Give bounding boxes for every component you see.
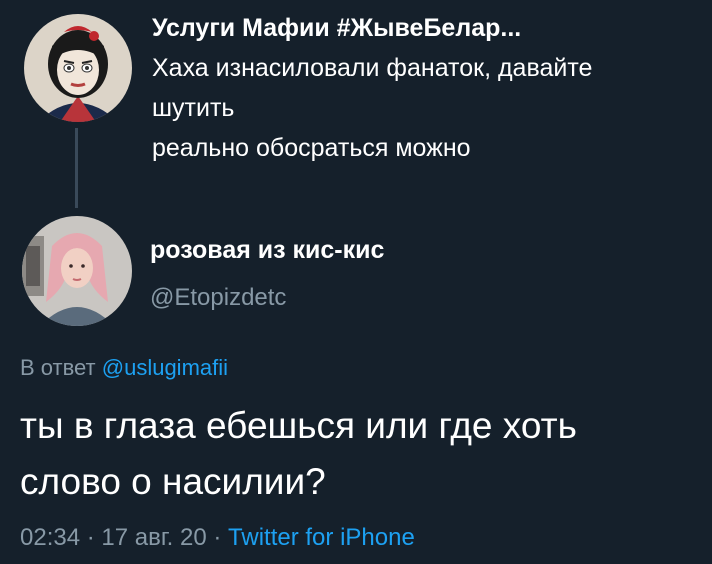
parent-tweet-text: Хаха изнасиловали фанаток, давайте шутит…: [152, 48, 697, 168]
replying-to-line: В ответ @uslugimafii: [20, 355, 228, 381]
tweet-author-name[interactable]: розовая из кис-кис: [150, 236, 384, 265]
parent-author-name[interactable]: Услуги Мафии #ЖывеБелар...: [152, 14, 521, 43]
parent-tweet-text-line: шутить: [152, 94, 235, 122]
meta-separator: ·: [206, 524, 229, 551]
tweet-text-line: слово о насилии?: [20, 461, 326, 502]
tweet-author-handle[interactable]: @Etopizdetc: [150, 284, 286, 312]
tweet-date[interactable]: 17 авг. 20: [101, 524, 206, 551]
thread-connector-line: [75, 128, 78, 208]
replying-to-prefix: В ответ: [20, 355, 102, 380]
cartoon-avatar-icon: [24, 14, 132, 122]
user-photo-avatar-icon: [22, 216, 132, 326]
parent-tweet-text-line: реально обосраться можно: [152, 134, 471, 162]
tweet-metadata: 02:34 · 17 авг. 20 · Twitter for iPhone: [20, 524, 415, 552]
tweet-text: ты в глаза ебешься или где хоть слово о …: [20, 398, 700, 510]
parent-tweet-text-line: Хаха изнасиловали фанаток, давайте: [152, 54, 593, 82]
tweet-text-line: ты в глаза ебешься или где хоть: [20, 405, 577, 446]
meta-separator: ·: [80, 524, 102, 551]
tweet-source-link[interactable]: Twitter for iPhone: [228, 524, 415, 551]
parent-author-avatar[interactable]: [24, 14, 132, 122]
replying-to-link[interactable]: @uslugimafii: [102, 355, 228, 380]
tweet-time[interactable]: 02:34: [20, 524, 80, 551]
tweet-author-avatar[interactable]: [22, 216, 132, 326]
